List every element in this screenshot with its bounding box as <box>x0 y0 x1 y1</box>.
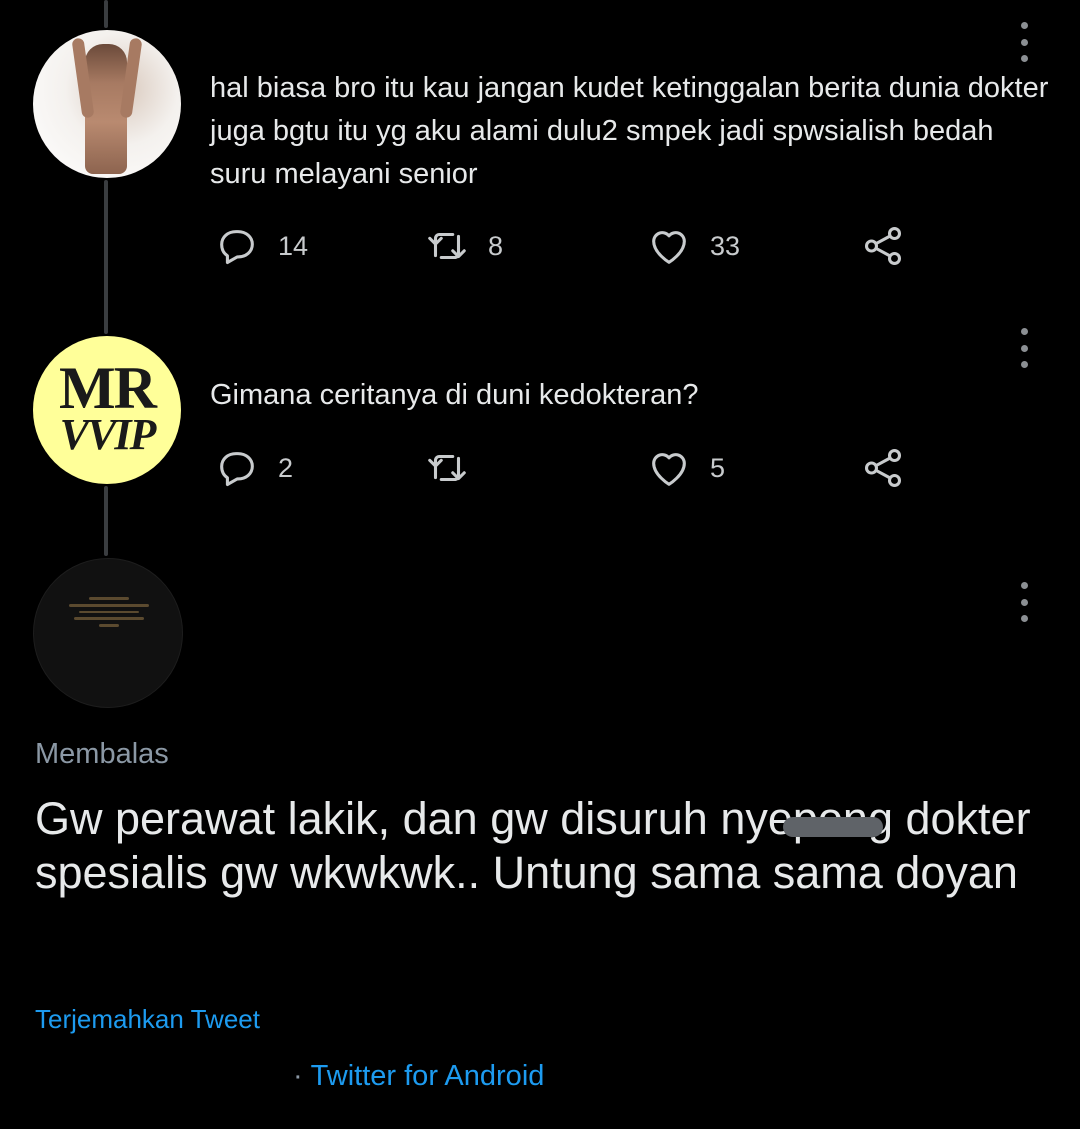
censor-mark <box>783 817 883 837</box>
avatar-logo-text: VVIP <box>59 410 157 459</box>
dark-profile-photo-icon <box>64 597 154 627</box>
more-vertical-icon <box>1020 328 1028 335</box>
retweet-icon <box>428 454 466 482</box>
tweet-actions: 2 5 <box>210 444 930 492</box>
source-app-link[interactable]: Twitter for Android <box>311 1060 545 1093</box>
more-options-button[interactable] <box>1014 582 1034 622</box>
more-options-button[interactable] <box>1014 22 1034 62</box>
thread-line-1 <box>104 180 108 334</box>
heart-icon <box>652 453 686 486</box>
share-button[interactable] <box>860 444 906 492</box>
like-button[interactable]: 5 <box>646 444 725 492</box>
more-options-button[interactable] <box>1014 328 1034 368</box>
retweet-icon <box>428 232 466 260</box>
tweet-source: · Twitter for Android <box>293 1060 544 1093</box>
retweet-button[interactable]: 8 <box>424 222 503 270</box>
thread-line-top <box>104 0 108 28</box>
reply-button[interactable]: 2 <box>214 444 293 492</box>
more-vertical-icon <box>1020 582 1028 589</box>
share-icon <box>864 449 902 487</box>
retweet-count: 8 <box>488 230 504 261</box>
mr-vvip-logo-icon: MR <box>59 355 157 421</box>
reply-icon <box>220 452 254 487</box>
like-count: 33 <box>710 230 741 261</box>
main-tweet-text: Gw perawat lakik, dan gw disuruh nyepong… <box>35 793 1031 898</box>
tweet-text: Gimana ceritanya di duni kedokteran? <box>210 379 699 411</box>
reply-button[interactable]: 14 <box>214 222 308 270</box>
like-button[interactable]: 33 <box>646 222 740 270</box>
avatar[interactable] <box>33 30 181 178</box>
more-vertical-icon <box>1020 22 1028 29</box>
heart-icon <box>652 231 686 264</box>
retweet-button[interactable] <box>424 444 488 492</box>
replying-to-label: Membalas <box>35 738 169 770</box>
reply-icon <box>220 230 254 265</box>
reply-count: 2 <box>278 452 294 483</box>
share-icon <box>864 227 902 265</box>
share-button[interactable] <box>860 222 906 270</box>
tweet-actions: 14 8 33 <box>210 222 930 270</box>
tweet-text: hal biasa bro itu kau jangan kudet ketin… <box>210 72 1049 190</box>
avatar[interactable]: MR VVIP <box>33 336 181 484</box>
avatar[interactable] <box>33 558 183 708</box>
thread-line-2 <box>104 486 108 556</box>
reply-count: 14 <box>278 230 309 261</box>
translate-tweet-link[interactable]: Terjemahkan Tweet <box>35 1004 260 1035</box>
like-count: 5 <box>710 452 726 483</box>
source-separator: · <box>293 1060 303 1092</box>
